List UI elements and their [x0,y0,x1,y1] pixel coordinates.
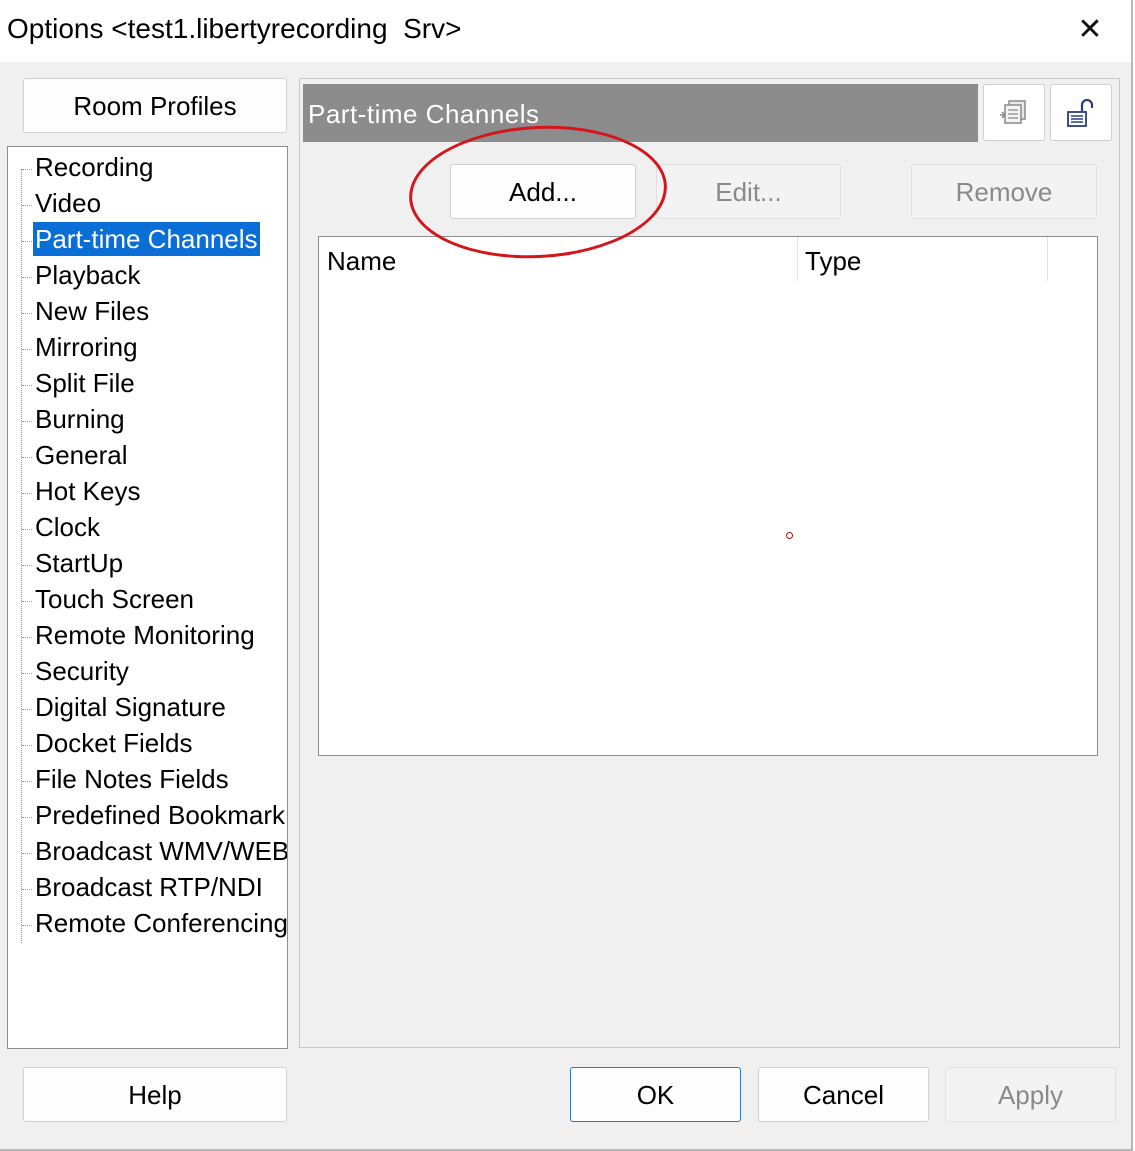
room-profiles-button[interactable]: Room Profiles [23,78,287,133]
options-tree[interactable]: Recording Video Part-time Channels Playback… [7,146,288,1049]
tree-item-playback[interactable]: Playback [22,258,143,292]
tree-connector-dash [22,420,32,422]
tree-connector-dash [22,564,32,566]
tree-item-label: File Notes Fields [35,764,229,794]
tree-connector-dash [22,276,32,278]
tree-item-video[interactable]: Video [22,186,103,220]
tree-connector-dash [22,780,32,782]
tree-item-label: StartUp [35,548,124,578]
tree-item-label: Split File [35,368,135,398]
tree-item-label: Hot Keys [35,476,141,506]
column-separator[interactable] [797,237,798,281]
tree-connector-dash [22,888,32,890]
cancel-button[interactable]: Cancel [758,1067,929,1122]
tree-item-label: Predefined Bookmark [35,800,286,830]
tree-item-general[interactable]: General [22,438,130,472]
title-bar: Options <test1.libertyrecording Srv> ✕ [0,0,1131,62]
tree-connector-dash [22,312,32,314]
tree-item-label: Digital Signature [35,692,226,722]
tree-connector-dash [22,240,32,242]
tree-item-clock[interactable]: Clock [22,510,102,544]
tree-item-new-files[interactable]: New Files [22,294,151,328]
tree-connector-dash [22,852,32,854]
tree-item-remote-conferencing[interactable]: Remote Conferencing [22,906,288,940]
tree-item-predefined-bookmark[interactable]: Predefined Bookmark [22,798,287,832]
tree-item-label: Burning [35,404,125,434]
column-separator[interactable] [1047,237,1048,281]
tree-connector-dash [22,816,32,818]
tree-item-label: Playback [35,260,141,290]
tree-connector-dash [22,672,32,674]
tree-connector-dash [22,924,32,926]
ok-button[interactable]: OK [570,1067,741,1122]
tree-item-docket-fields[interactable]: Docket Fields [22,726,195,760]
tree-item-remote-monitoring[interactable]: Remote Monitoring [22,618,257,652]
tree-connector-dash [22,528,32,530]
remove-button[interactable]: Remove [911,164,1097,219]
tree-item-label: Remote Monitoring [35,620,255,650]
unlock-settings-icon [1067,99,1094,127]
copy-settings-button[interactable] [983,84,1045,141]
tree-item-digital-signature[interactable]: Digital Signature [22,690,228,724]
tree-connector-dash [22,636,32,638]
tree-item-label: Video [35,188,102,218]
tree-item-label: Touch Screen [35,584,194,614]
tree-item-label: Remote Conferencing [35,908,288,938]
tree-connector-dash [22,456,32,458]
help-button[interactable]: Help [23,1067,287,1122]
tree-item-file-notes-fields[interactable]: File Notes Fields [22,762,231,796]
tree-item-label: General [35,440,128,470]
annotation-dot [786,532,793,539]
tree-connector-dash [22,708,32,710]
tree-item-broadcast-rtp-ndi[interactable]: Broadcast RTP/NDI [22,870,265,904]
close-icon[interactable]: ✕ [1062,10,1118,50]
options-dialog: Options <test1.libertyrecording Srv> ✕ R… [0,0,1133,1151]
tree-item-label: New Files [35,296,150,326]
tree-item-security[interactable]: Security [22,654,131,688]
tree-connector-dash [22,384,32,386]
tree-item-label: Recording [35,152,154,182]
window-title: Options <test1.libertyrecording Srv> [7,13,462,44]
column-header-type[interactable]: Type [805,237,1045,281]
tree-item-label: Broadcast WMV/WEB [35,836,288,866]
tree-item-burning[interactable]: Burning [22,402,127,436]
tree-connector-dash [22,744,32,746]
tree-item-label: Mirroring [35,332,138,362]
copy-settings-icon [1000,100,1026,124]
tree-item-label: Docket Fields [35,728,193,758]
tree-item-startup[interactable]: StartUp [22,546,125,580]
tree-connector-dash [22,600,32,602]
tree-item-broadcast-wmv-web[interactable]: Broadcast WMV/WEB [22,834,288,868]
tree-item-mirroring[interactable]: Mirroring [22,330,140,364]
tree-item-label: Part-time Channels [33,222,260,256]
tree-item-hot-keys[interactable]: Hot Keys [22,474,143,508]
tree-item-label: Clock [35,512,101,542]
tree-connector-dash [22,492,32,494]
apply-button[interactable]: Apply [945,1067,1116,1122]
tree-item-part-time-channels[interactable]: Part-time Channels [22,222,260,256]
edit-button[interactable]: Edit... [656,164,841,219]
tree-connector-dash [22,348,32,350]
panel-title: Part-time Channels [303,84,978,142]
tree-item-recording[interactable]: Recording [22,150,156,184]
tree-connector-dash [22,168,32,170]
channels-list[interactable]: Name Type [318,236,1098,756]
tree-item-label: Broadcast RTP/NDI [35,872,263,902]
tree-connector-dash [22,204,32,206]
tree-item-split-file[interactable]: Split File [22,366,137,400]
tree-item-touch-screen[interactable]: Touch Screen [22,582,196,616]
tree-item-label: Security [35,656,129,686]
unlock-settings-button[interactable] [1050,84,1112,141]
